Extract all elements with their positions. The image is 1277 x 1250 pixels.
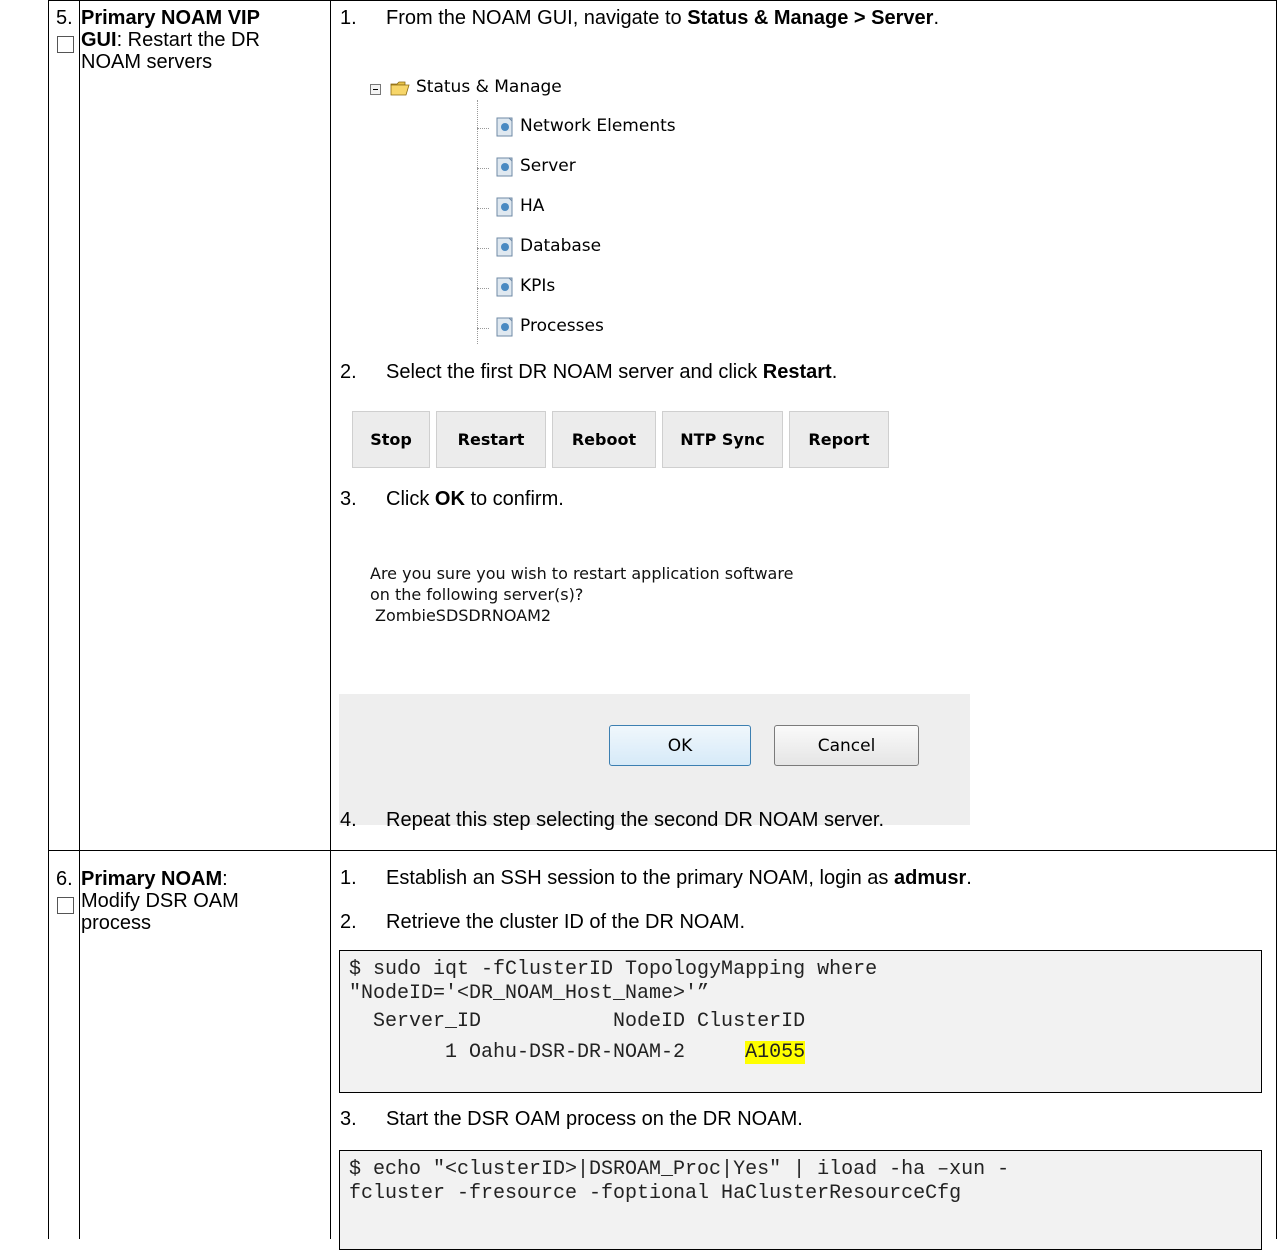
item-bold: Status & Manage > Server bbox=[687, 7, 934, 29]
row-top-border bbox=[48, 0, 1277, 1]
item-text-end: . bbox=[966, 867, 972, 889]
stop-button[interactable]: Stop bbox=[352, 411, 430, 468]
item-text: Start the DSR OAM process on the DR NOAM… bbox=[386, 1108, 803, 1130]
item-text: Retrieve the cluster ID of the DR NOAM. bbox=[386, 911, 746, 933]
step-checkbox[interactable] bbox=[57, 897, 74, 914]
tree-item-label: HA bbox=[520, 196, 545, 216]
item-text: From the NOAM GUI, navigate to bbox=[386, 7, 688, 29]
item-number: 2. bbox=[340, 911, 357, 933]
tree-connector bbox=[477, 100, 478, 344]
item-text: Select the first DR NOAM server and clic… bbox=[386, 361, 763, 383]
instruction-item: 3. Click OK to confirm. bbox=[340, 487, 564, 511]
item-text-end: to confirm. bbox=[464, 488, 564, 510]
page-icon bbox=[496, 237, 513, 257]
col-border-left bbox=[48, 0, 49, 1239]
item-number: 2. bbox=[340, 361, 357, 383]
item-text-end: . bbox=[831, 361, 838, 383]
dialog-line: Are you sure you wish to restart applica… bbox=[370, 564, 794, 583]
item-number: 3. bbox=[340, 1108, 357, 1130]
highlighted-cluster-id: A1055 bbox=[745, 1041, 806, 1064]
confirm-dialog-message: Are you sure you wish to restart applica… bbox=[370, 563, 793, 626]
code-line: Server_ID NodeID ClusterID bbox=[349, 1010, 806, 1033]
ok-button[interactable]: OK bbox=[609, 725, 751, 766]
navigation-tree: Status & Manage Network Elements Server … bbox=[370, 74, 710, 344]
code-line: 1 Oahu-DSR-DR-NOAM-2 A1055 bbox=[349, 1038, 1261, 1068]
item-number: 1. bbox=[340, 7, 357, 29]
step-description: Primary NOAM: Modify DSR OAM process bbox=[81, 868, 286, 934]
item-text: Establish an SSH session to the primary … bbox=[386, 867, 894, 889]
procedure-table: 5. Primary NOAM VIP GUI: Restart the DR … bbox=[0, 0, 1277, 1250]
code-line: fcluster -fresource -foptional HaCluster… bbox=[349, 1182, 962, 1205]
row-divider bbox=[48, 850, 1277, 851]
item-text: Click bbox=[386, 488, 435, 510]
tree-item-label: Processes bbox=[520, 316, 604, 336]
report-button[interactable]: Report bbox=[789, 411, 889, 468]
step-number: 6. bbox=[56, 868, 73, 890]
item-text-end: . bbox=[933, 7, 939, 29]
code-line: "NodeID='<DR_NOAM_Host_Name>'” bbox=[349, 982, 710, 1005]
dialog-line: on the following server(s)? bbox=[370, 585, 584, 604]
page-icon bbox=[496, 317, 513, 337]
instruction-item: 3. Start the DSR OAM process on the DR NO… bbox=[340, 1107, 803, 1131]
item-text: Repeat this step selecting the second DR… bbox=[386, 809, 885, 831]
tree-item-label: Database bbox=[520, 236, 602, 256]
ntp-sync-button[interactable]: NTP Sync bbox=[662, 411, 783, 468]
item-bold: admusr bbox=[894, 867, 967, 889]
folder-icon bbox=[390, 81, 410, 96]
step-number: 5. bbox=[56, 7, 73, 29]
page-icon bbox=[496, 157, 513, 177]
code-block-iload: $ echo "<clusterID>|DSROAM_Proc|Yes" | i… bbox=[339, 1150, 1262, 1250]
tree-item-label: Server bbox=[520, 156, 576, 176]
instruction-item: 2. Retrieve the cluster ID of the DR NOAM… bbox=[340, 910, 745, 934]
page-icon bbox=[496, 197, 513, 217]
code-block-cluster-id: $ sudo iqt -fClusterID TopologyMapping w… bbox=[339, 950, 1262, 1093]
item-bold: Restart bbox=[762, 361, 832, 383]
code-line-text: 1 Oahu-DSR-DR-NOAM-2 bbox=[349, 1041, 746, 1064]
server-action-toolbar: Stop Restart Reboot NTP Sync Report bbox=[352, 411, 889, 470]
tree-item-label: KPIs bbox=[520, 276, 556, 296]
collapse-icon[interactable] bbox=[370, 84, 381, 95]
page-icon bbox=[496, 277, 513, 297]
restart-button[interactable]: Restart bbox=[436, 411, 546, 468]
instruction-item: 4. Repeat this step selecting the second … bbox=[340, 808, 884, 832]
col-border-desc bbox=[330, 0, 331, 1239]
col-border-step bbox=[79, 0, 80, 1239]
cancel-button[interactable]: Cancel bbox=[774, 725, 919, 766]
instruction-item: 2. Select the first DR NOAM server and cl… bbox=[340, 360, 837, 384]
reboot-button[interactable]: Reboot bbox=[552, 411, 656, 468]
code-line: $ sudo iqt -fClusterID TopologyMapping w… bbox=[349, 958, 878, 981]
dialog-server-name: ZombieSDSDRNOAM2 bbox=[375, 606, 552, 625]
step-description: Primary NOAM VIP GUI: Restart the DR NOA… bbox=[81, 7, 286, 73]
page-icon bbox=[496, 117, 513, 137]
item-number: 4. bbox=[340, 809, 357, 831]
item-bold: OK bbox=[434, 488, 465, 510]
item-number: 1. bbox=[340, 867, 357, 889]
step-checkbox[interactable] bbox=[57, 36, 74, 53]
tree-item-label: Network Elements bbox=[520, 116, 676, 136]
item-number: 3. bbox=[340, 488, 357, 510]
tree-root-label[interactable]: Status & Manage bbox=[416, 77, 562, 97]
step-description-bold: Primary NOAM bbox=[81, 868, 223, 890]
instruction-item: 1. Establish an SSH session to the primar… bbox=[340, 866, 972, 890]
instruction-item: 1. From the NOAM GUI, navigate to Status … bbox=[340, 6, 939, 30]
code-line: $ echo "<clusterID>|DSROAM_Proc|Yes" | i… bbox=[349, 1158, 1010, 1181]
